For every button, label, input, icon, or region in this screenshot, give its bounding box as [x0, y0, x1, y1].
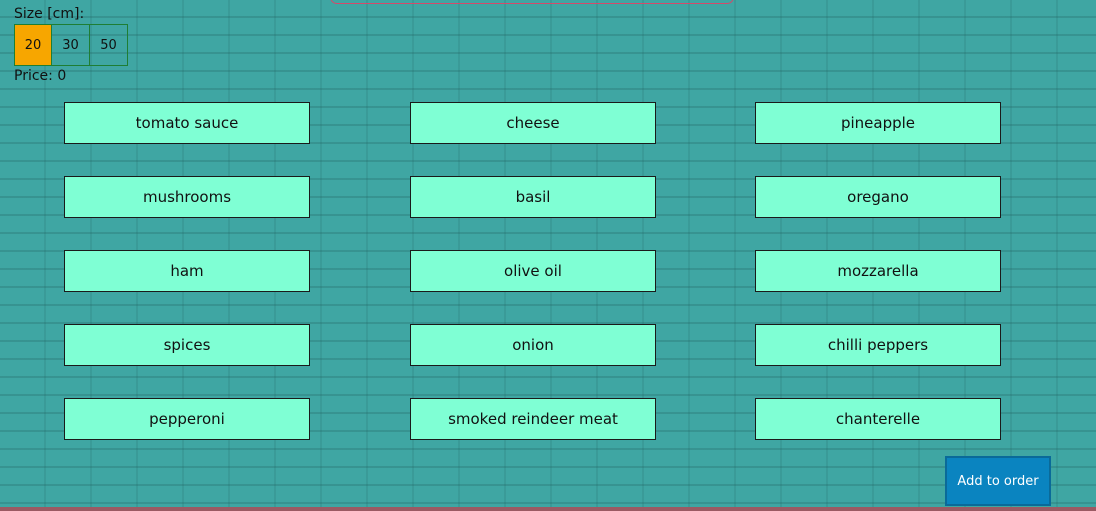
top-bar-decoration [330, 0, 734, 4]
ingredient-tomato-sauce-button[interactable]: tomato sauce [64, 102, 310, 144]
ingredient-pineapple-button[interactable]: pineapple [755, 102, 1001, 144]
ingredient-onion-button[interactable]: onion [410, 324, 656, 366]
ingredient-olive-oil-button[interactable]: olive oil [410, 250, 656, 292]
ingredient-chanterelle-button[interactable]: chanterelle [755, 398, 1001, 440]
ingredient-pepperoni-button[interactable]: pepperoni [64, 398, 310, 440]
ingredient-cheese-button[interactable]: cheese [410, 102, 656, 144]
ingredient-chilli-peppers-button[interactable]: chilli peppers [755, 324, 1001, 366]
ingredient-smoked-reindeer-meat-button[interactable]: smoked reindeer meat [410, 398, 656, 440]
ingredient-spices-button[interactable]: spices [64, 324, 310, 366]
ingredient-mushrooms-button[interactable]: mushrooms [64, 176, 310, 218]
size-label: Size [cm]: [14, 6, 85, 22]
size-selector: 20 30 50 [14, 24, 128, 66]
add-to-order-button[interactable]: Add to order [945, 456, 1051, 506]
bottom-strip-decoration [0, 507, 1096, 511]
ingredient-mozzarella-button[interactable]: mozzarella [755, 250, 1001, 292]
size-option-20[interactable]: 20 [14, 24, 52, 66]
size-option-50[interactable]: 50 [90, 24, 128, 66]
ingredient-basil-button[interactable]: basil [410, 176, 656, 218]
size-option-30[interactable]: 30 [52, 24, 90, 66]
ingredient-oregano-button[interactable]: oregano [755, 176, 1001, 218]
price-label: Price: 0 [14, 68, 67, 84]
ingredient-ham-button[interactable]: ham [64, 250, 310, 292]
